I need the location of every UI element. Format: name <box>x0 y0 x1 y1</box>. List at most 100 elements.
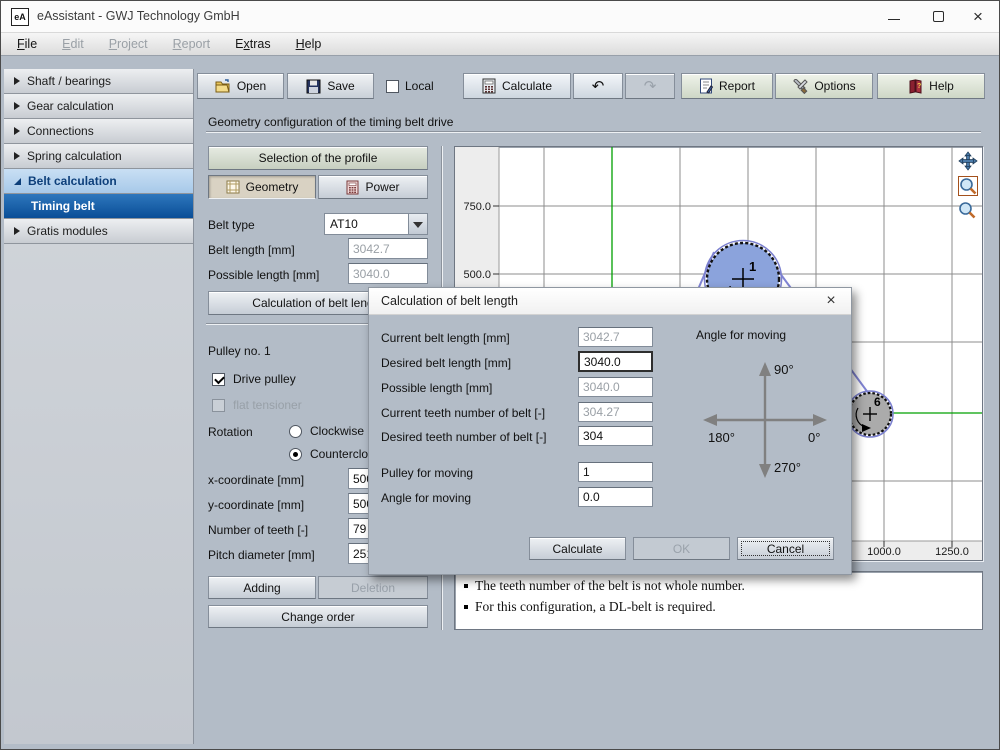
clockwise-row[interactable]: Clockwise <box>289 424 364 438</box>
sidebar-item-timing-belt[interactable]: Timing belt <box>4 194 193 219</box>
pulley-6[interactable]: 6 <box>847 391 893 437</box>
number-of-teeth-label: Number of teeth [-] <box>208 523 308 537</box>
dialog-calculate-label: Calculate <box>552 542 602 556</box>
message-line: For this configuration, a DL-belt is req… <box>463 599 974 615</box>
menu-report[interactable]: Report <box>173 37 211 51</box>
dialog-calculate-button[interactable]: Calculate <box>529 537 626 560</box>
dialog-title-bar[interactable]: Calculation of belt length × <box>369 288 851 315</box>
pulley-title: Pulley no. 1 <box>208 344 271 358</box>
belt-length-field <box>348 238 428 259</box>
drive-pulley-row[interactable]: Drive pulley <box>212 372 296 386</box>
dialog-ok-label: OK <box>673 542 690 556</box>
deletion-button: Deletion <box>318 576 428 599</box>
counterclockwise-radio[interactable] <box>289 448 302 461</box>
title-bar: eA eAssistant - GWJ Technology GmbH × <box>1 1 999 33</box>
desired-belt-length-label: Desired belt length [mm] <box>381 356 511 370</box>
desired-teeth-number-field[interactable] <box>578 426 653 446</box>
dialog-close-button[interactable]: × <box>821 292 841 310</box>
clockwise-radio[interactable] <box>289 425 302 438</box>
maximize-icon <box>933 11 944 22</box>
pulley-1-label: 1 <box>749 259 756 274</box>
open-label: Open <box>237 79 266 93</box>
dialog-ok-button: OK <box>633 537 730 560</box>
angle-for-moving-label: Angle for moving <box>381 491 471 505</box>
selection-of-profile-label: Selection of the profile <box>259 151 378 165</box>
sidebar-item-shaft-bearings[interactable]: Shaft / bearings <box>4 69 193 94</box>
pulley-6-label: 6 <box>874 395 881 409</box>
pulley-for-moving-label: Pulley for moving <box>381 466 473 480</box>
help-button[interactable]: ? Help <box>877 73 985 99</box>
possible-length-label: Possible length [mm] <box>208 268 319 282</box>
angle-for-moving-field[interactable] <box>578 487 653 507</box>
app-icon: eA <box>11 8 29 26</box>
save-button[interactable]: Save <box>287 73 374 99</box>
help-book-icon: ? <box>908 79 923 94</box>
report-label: Report <box>719 79 755 93</box>
pulley-for-moving-field[interactable] <box>578 462 653 482</box>
y-coordinate-label: y-coordinate [mm] <box>208 498 304 512</box>
x-tick: 1000.0 <box>867 546 901 558</box>
clockwise-label: Clockwise <box>310 424 364 438</box>
x-tick: 1250.0 <box>935 546 969 558</box>
expanded-triangle-icon <box>14 178 21 185</box>
close-button[interactable]: × <box>965 5 991 29</box>
collapsed-triangle-icon <box>14 77 20 85</box>
report-button[interactable]: Report <box>681 73 773 99</box>
sidebar-item-connections[interactable]: Connections <box>4 119 193 144</box>
pitch-diameter-label: Pitch diameter [mm] <box>208 548 315 562</box>
menu-help[interactable]: Help <box>296 37 322 51</box>
dialog-cancel-button[interactable]: Cancel <box>737 537 834 560</box>
maximize-button[interactable] <box>925 5 951 29</box>
adding-button[interactable]: Adding <box>208 576 316 599</box>
y-tick: 500.0 <box>463 269 491 281</box>
calculator-icon <box>482 78 496 94</box>
undo-button[interactable]: ↶ <box>573 73 623 99</box>
minimize-button[interactable] <box>881 5 907 29</box>
zoom-out-tool-button[interactable] <box>958 201 978 221</box>
angle-compass: 90° 180° 0° 270° <box>694 338 844 478</box>
dialog-cancel-label: Cancel <box>767 542 804 556</box>
change-order-button[interactable]: Change order <box>208 605 428 628</box>
y-tick: 750.0 <box>463 201 491 213</box>
sidebar-item-belt-calculation[interactable]: Belt calculation <box>4 169 193 194</box>
chevron-down-icon[interactable] <box>408 214 427 234</box>
calc-belt-length-label: Calculation of belt length <box>252 296 383 310</box>
save-floppy-icon <box>306 79 321 94</box>
sidebar-item-gratis-modules[interactable]: Gratis modules <box>4 219 193 244</box>
power-calculator-icon <box>346 180 359 195</box>
redo-button[interactable]: ↷ <box>625 73 675 99</box>
options-tools-icon <box>792 78 808 94</box>
belt-type-value: AT10 <box>325 214 408 234</box>
menu-project[interactable]: Project <box>109 37 148 51</box>
local-checkbox-row[interactable]: Local <box>386 79 434 93</box>
tab-geometry[interactable]: Geometry <box>208 175 316 199</box>
options-button[interactable]: Options <box>775 73 873 99</box>
pan-tool-button[interactable] <box>958 151 978 171</box>
drive-pulley-checkbox[interactable] <box>212 373 225 386</box>
menu-extras[interactable]: Extras <box>235 37 270 51</box>
flat-tensioner-checkbox <box>212 399 225 412</box>
tab-power[interactable]: Power <box>318 175 428 199</box>
sidebar-item-gear-calculation[interactable]: Gear calculation <box>4 94 193 119</box>
zoom-in-tool-button[interactable] <box>958 176 978 196</box>
sidebar-item-label: Gratis modules <box>27 224 108 238</box>
menu-file[interactable]: File <box>17 37 37 51</box>
sidebar-item-label: Connections <box>27 124 94 138</box>
menu-edit[interactable]: Edit <box>62 37 84 51</box>
message-box: The teeth number of the belt is not whol… <box>454 571 983 630</box>
x-coordinate-label: x-coordinate [mm] <box>208 473 304 487</box>
open-button[interactable]: Open <box>197 73 284 99</box>
message-line: The teeth number of the belt is not whol… <box>463 578 974 594</box>
selection-of-profile-button[interactable]: Selection of the profile <box>208 146 428 170</box>
possible-length-label: Possible length [mm] <box>381 381 492 395</box>
local-checkbox[interactable] <box>386 80 399 93</box>
sidebar-item-spring-calculation[interactable]: Spring calculation <box>4 144 193 169</box>
svg-text:?: ? <box>917 83 921 90</box>
options-label: Options <box>814 79 855 93</box>
local-label: Local <box>405 79 434 93</box>
calculate-button[interactable]: Calculate <box>463 73 571 99</box>
open-folder-icon <box>215 79 231 93</box>
save-label: Save <box>327 79 354 93</box>
desired-belt-length-field[interactable] <box>578 351 653 372</box>
belt-type-dropdown[interactable]: AT10 <box>324 213 428 235</box>
